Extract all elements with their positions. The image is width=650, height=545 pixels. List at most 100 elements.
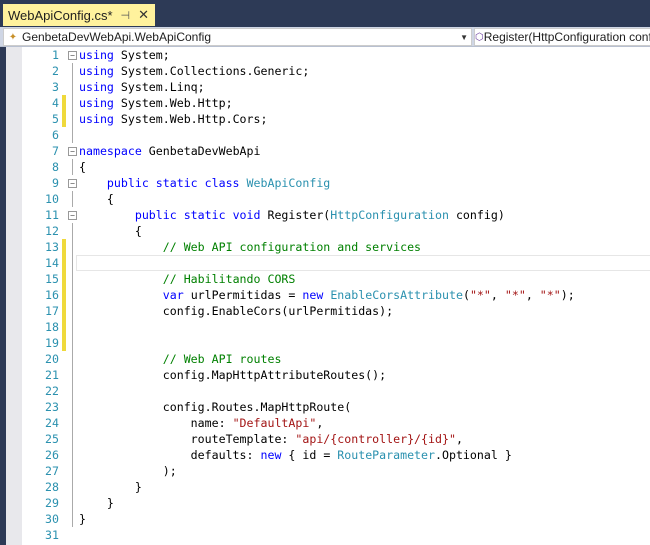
outline-guide: [72, 79, 73, 95]
chevron-down-icon[interactable]: ▼: [460, 33, 468, 42]
code-editor[interactable]: 1− using System; 2 using System.Collections…: [6, 47, 650, 545]
code-token: RouteParameter: [337, 448, 436, 462]
outline-guide: [72, 335, 73, 351]
code-token: System.Collections.Generic;: [113, 64, 310, 78]
code-line[interactable]: 10 {: [6, 191, 650, 207]
outline-guide: [72, 495, 73, 511]
code-text: config.Routes.MapHttpRoute(: [79, 399, 351, 415]
code-line[interactable]: 17 config.EnableCors(urlPermitidas);: [6, 303, 650, 319]
code-line[interactable]: 14: [6, 255, 650, 271]
code-token: System.Web.Http;: [113, 96, 233, 110]
line-number: 28: [45, 480, 59, 494]
outline-guide: [72, 287, 73, 303]
code-line[interactable]: 23 config.Routes.MapHttpRoute(: [6, 399, 650, 415]
code-token: new: [302, 288, 324, 302]
code-line[interactable]: 28 }: [6, 479, 650, 495]
pin-icon[interactable]: ⊣: [121, 9, 131, 22]
code-line[interactable]: 18: [6, 319, 650, 335]
line-number: 23: [45, 400, 59, 414]
code-line[interactable]: 16 var urlPermitidas = new EnableCorsAtt…: [6, 287, 650, 303]
collapse-icon[interactable]: −: [68, 147, 77, 156]
outline-guide: [72, 319, 73, 335]
line-number: 26: [45, 448, 59, 462]
close-icon[interactable]: ✕: [138, 7, 149, 23]
code-line[interactable]: 1− using System;: [6, 47, 650, 63]
code-text: using System.Web.Http;: [79, 95, 233, 111]
code-token: EnableCorsAttribute: [330, 288, 463, 302]
line-number: 16: [45, 288, 59, 302]
line-number: 22: [45, 384, 59, 398]
code-line[interactable]: 19: [6, 335, 650, 351]
document-tab[interactable]: WebApiConfig.cs* ⊣ ✕: [3, 4, 156, 26]
line-number: 4: [52, 96, 59, 110]
code-token: using: [79, 64, 114, 78]
code-token: Register(: [260, 208, 331, 222]
outline-guide: [72, 159, 73, 175]
code-line[interactable]: 13 // Web API configuration and services: [6, 239, 650, 255]
code-text: );: [79, 463, 177, 479]
code-token: public static void: [134, 208, 261, 222]
code-line[interactable]: 4 using System.Web.Http;: [6, 95, 650, 111]
code-text: {: [79, 223, 142, 239]
code-line[interactable]: 30}: [6, 511, 650, 527]
outline-guide: [72, 191, 73, 207]
code-line[interactable]: 15 // Habilitando CORS: [6, 271, 650, 287]
code-token: // Habilitando CORS: [162, 272, 296, 286]
code-line[interactable]: 31: [6, 527, 650, 543]
change-marker: [62, 335, 66, 351]
code-token: defaults:: [79, 448, 261, 462]
line-number: 20: [45, 352, 59, 366]
code-line[interactable]: 9− public static class WebApiConfig: [6, 175, 650, 191]
line-number: 25: [45, 432, 59, 446]
code-line[interactable]: 20 // Web API routes: [6, 351, 650, 367]
code-token: // Web API configuration and services: [162, 240, 422, 254]
collapse-icon[interactable]: −: [68, 211, 77, 220]
code-line[interactable]: 7− namespace GenbetaDevWebApi: [6, 143, 650, 159]
code-token: System.Web.Http.Cors;: [113, 112, 268, 126]
code-token: .Optional }: [435, 448, 512, 462]
code-line[interactable]: 5 using System.Web.Http.Cors;: [6, 111, 650, 127]
change-marker: [62, 95, 66, 111]
change-marker: [62, 239, 66, 255]
class-dropdown[interactable]: ✦ GenbetaDevWebApi.WebApiConfig ▼: [3, 28, 472, 46]
code-line[interactable]: 27 );: [6, 463, 650, 479]
code-line[interactable]: 25 routeTemplate: "api/{controller}/{id}…: [6, 431, 650, 447]
line-number: 18: [45, 320, 59, 334]
code-token: routeTemplate:: [79, 432, 296, 446]
code-line[interactable]: 22: [6, 383, 650, 399]
code-text: }: [79, 495, 114, 511]
code-line[interactable]: 8{: [6, 159, 650, 175]
member-dropdown[interactable]: ⬡ Register(HttpConfiguration config): [474, 28, 650, 46]
outline-guide: [72, 431, 73, 447]
change-marker: [62, 111, 66, 127]
code-text: {: [79, 191, 114, 207]
code-line[interactable]: 11− public static void Register(HttpConf…: [6, 207, 650, 223]
code-line[interactable]: 3 using System.Linq;: [6, 79, 650, 95]
change-marker: [62, 287, 66, 303]
code-line[interactable]: 29 }: [6, 495, 650, 511]
class-icon: ✦: [8, 31, 18, 43]
code-text: {: [79, 159, 86, 175]
outline-guide: [72, 447, 73, 463]
method-icon: ⬡: [475, 31, 484, 43]
code-line[interactable]: 26 defaults: new { id = RouteParameter.O…: [6, 447, 650, 463]
code-line[interactable]: 12 {: [6, 223, 650, 239]
collapse-icon[interactable]: −: [68, 51, 77, 60]
outline-guide: [72, 303, 73, 319]
code-line[interactable]: 2 using System.Collections.Generic;: [6, 63, 650, 79]
code-line[interactable]: 24 name: "DefaultApi",: [6, 415, 650, 431]
outline-guide: [72, 383, 73, 399]
collapse-icon[interactable]: −: [68, 179, 77, 188]
code-text: public static class WebApiConfig: [79, 175, 330, 191]
code-line[interactable]: 6: [6, 127, 650, 143]
code-token: urlPermitidas =: [183, 288, 303, 302]
code-line[interactable]: 21 config.MapHttpAttributeRoutes();: [6, 367, 650, 383]
code-token: "*": [469, 288, 491, 302]
line-number: 7: [52, 144, 59, 158]
code-token: "*": [539, 288, 561, 302]
code-token: );: [560, 288, 575, 302]
change-marker: [62, 255, 66, 271]
